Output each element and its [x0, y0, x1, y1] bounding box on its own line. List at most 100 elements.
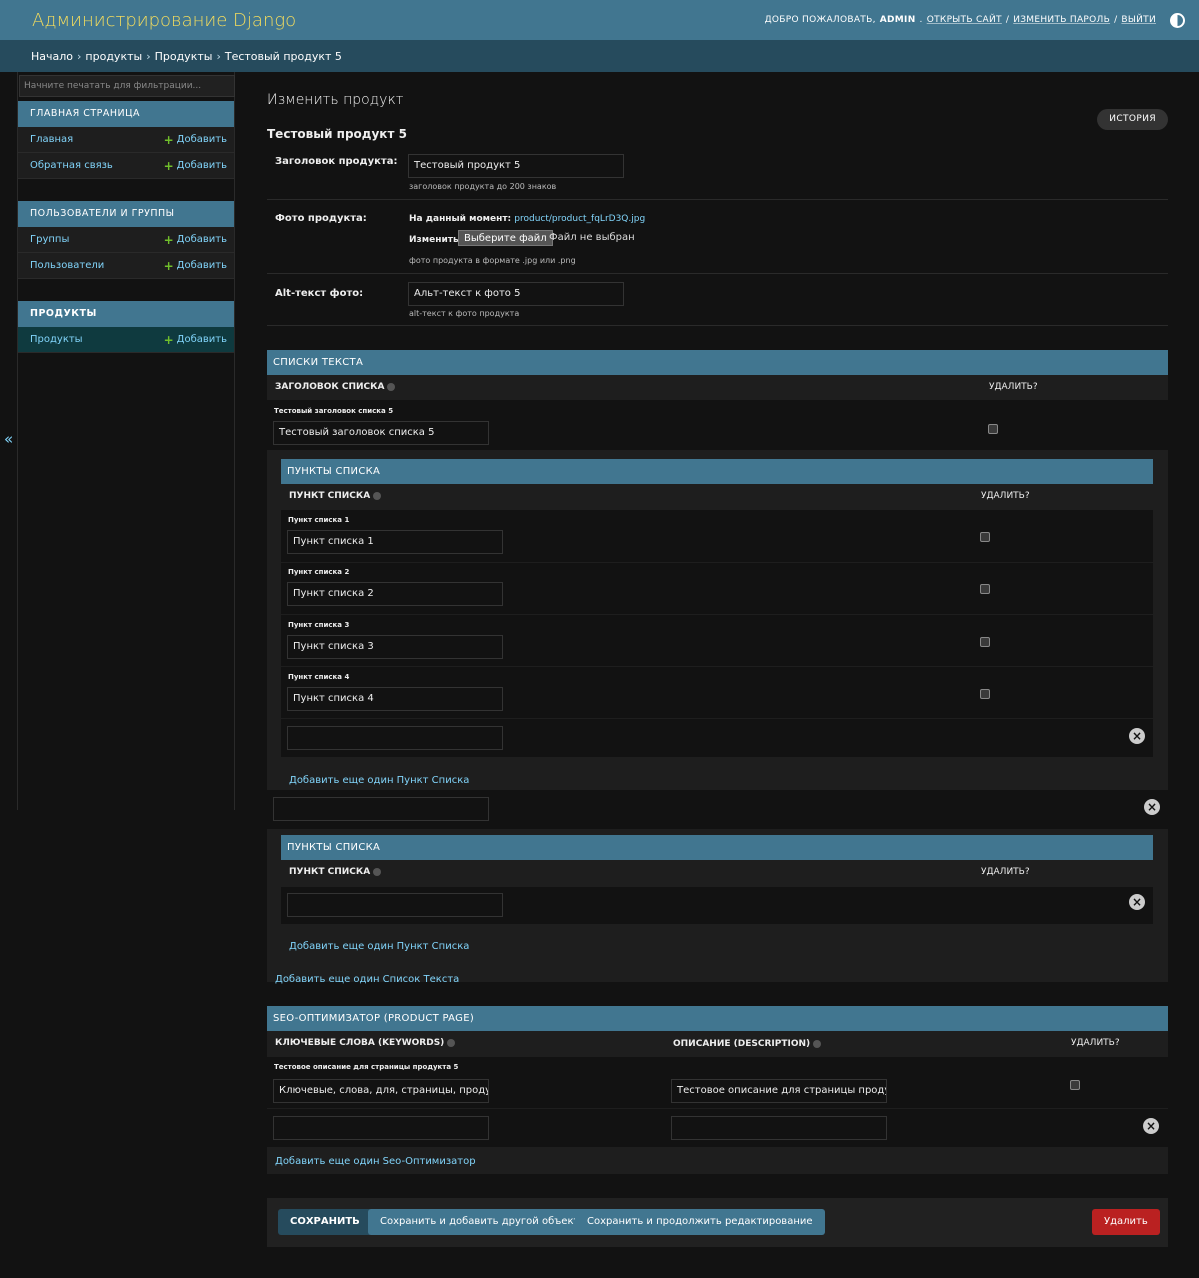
sidebar-item-feedback[interactable]: Обратная связь + Добавить: [18, 153, 234, 179]
inline-list-items-empty: Пункты списка Пункт списка Удалить? ×: [281, 835, 1153, 935]
col-label: Заголовок списка: [275, 382, 385, 392]
inline-seo: SEO-оптимизатор (PRODUCT PAGE) Ключевые …: [267, 1006, 1168, 1174]
view-site-link[interactable]: Открыть сайт: [927, 15, 1002, 25]
nav-sidebar: Начните печатать для фильтрации... Главн…: [17, 72, 235, 810]
delete-row-icon[interactable]: ×: [1129, 894, 1145, 910]
row-original: Пункт списка 4: [288, 673, 350, 681]
table-row-empty: ×: [281, 719, 1153, 757]
user-tools: Добро пожаловать, ADMIN. Открыть сайт / …: [764, 12, 1185, 28]
add-text-list-link[interactable]: Добавить еще один Список Текста: [275, 974, 459, 985]
breadcrumb-model[interactable]: Продукты: [155, 50, 213, 63]
breadcrumb-app[interactable]: продукты: [85, 50, 142, 63]
logout-link[interactable]: Выйти: [1121, 15, 1156, 25]
history-button[interactable]: История: [1097, 109, 1168, 130]
col-delete: Удалить?: [981, 867, 1030, 877]
module-users-groups: Пользователи и группы Группы + Добавить П…: [18, 201, 234, 279]
save-button[interactable]: Сохранить: [278, 1209, 372, 1235]
description-input-empty[interactable]: [671, 1116, 887, 1140]
list-item-input[interactable]: Пункт списка 4: [287, 687, 503, 711]
list-item-input-empty[interactable]: [287, 893, 503, 917]
keywords-input-empty[interactable]: [273, 1116, 489, 1140]
change-password-link[interactable]: Изменить пароль: [1013, 15, 1110, 25]
choose-file-button[interactable]: Выберите файл: [458, 230, 553, 246]
delete-checkbox[interactable]: [980, 637, 990, 647]
field-label: Заголовок продукта:: [275, 156, 398, 167]
theme-toggle-icon[interactable]: [1170, 12, 1185, 28]
sidebar-item-groups[interactable]: Группы + Добавить: [18, 227, 234, 253]
add-link[interactable]: + Добавить: [164, 259, 227, 273]
welcome-text: Добро пожаловать,: [764, 15, 876, 25]
plus-icon: +: [163, 258, 174, 273]
sidebar-item-label[interactable]: Продукты: [30, 334, 83, 345]
list-item-input-empty[interactable]: [287, 726, 503, 750]
add-list-item-link[interactable]: Добавить еще один Пункт Списка: [289, 775, 469, 786]
breadcrumb: Начало › продукты › Продукты › Тестовый …: [0, 40, 1199, 72]
table-row: Пункт списка 1 Пункт списка 1: [281, 510, 1153, 562]
sidebar-item-label[interactable]: Группы: [30, 234, 69, 245]
add-label: Добавить: [176, 234, 227, 245]
row-original: Пункт списка 1: [288, 516, 350, 524]
sidebar-item-users[interactable]: Пользователи + Добавить: [18, 253, 234, 279]
delete-row-icon[interactable]: ×: [1129, 728, 1145, 744]
module-caption[interactable]: Пользователи и группы: [18, 201, 234, 227]
col-list-item: Пункт списка: [289, 860, 382, 885]
add-list-item-link[interactable]: Добавить еще один Пункт Списка: [289, 941, 469, 952]
alt-text-input[interactable]: Альт-текст к фото 5: [408, 282, 624, 306]
module-caption[interactable]: Главная страница: [18, 101, 234, 127]
col-delete: Удалить?: [1071, 1038, 1120, 1048]
add-link[interactable]: + Добавить: [164, 333, 227, 347]
table-row: Тестовое описание для страницы продукта …: [267, 1057, 1168, 1108]
table-row: Пункт списка 4 Пункт списка 4: [281, 667, 1153, 718]
delete-button[interactable]: Удалить: [1092, 1209, 1160, 1235]
list-item-input[interactable]: Пункт списка 3: [287, 635, 503, 659]
separator: .: [919, 15, 923, 25]
list-item-input[interactable]: Пункт списка 2: [287, 582, 503, 606]
delete-row-icon[interactable]: ×: [1144, 799, 1160, 815]
form-row-photo: Фото продукта: На данный момент: product…: [267, 200, 1168, 274]
sidebar-item-label[interactable]: Обратная связь: [30, 160, 113, 171]
nav-filter-input[interactable]: Начните печатать для фильтрации...: [19, 75, 235, 97]
table-row-empty: ×: [267, 1109, 1168, 1147]
list-title-input[interactable]: Тестовый заголовок списка 5: [273, 421, 489, 445]
current-file-link[interactable]: product/product_fqLrD3Q.jpg: [514, 214, 645, 224]
module-caption[interactable]: Продукты: [18, 301, 234, 327]
save-continue-button[interactable]: Сохранить и продолжить редактирование: [575, 1209, 825, 1235]
title-input[interactable]: Тестовый продукт 5: [408, 154, 624, 178]
table-row-empty: ×: [281, 887, 1153, 924]
col-delete: Удалить?: [989, 382, 1038, 392]
help-icon: [373, 867, 382, 876]
keywords-input[interactable]: Ключевые, слова, для, страницы, продукта…: [273, 1079, 489, 1103]
site-branding[interactable]: Администрирование Django: [32, 10, 296, 31]
row-original: Пункт списка 2: [288, 568, 350, 576]
sidebar-item-label[interactable]: Пользователи: [30, 260, 104, 271]
delete-checkbox[interactable]: [1070, 1080, 1080, 1090]
sidebar-item-main[interactable]: Главная + Добавить: [18, 127, 234, 153]
save-add-another-button[interactable]: Сохранить и добавить другой объект: [368, 1209, 592, 1235]
add-link[interactable]: + Добавить: [164, 159, 227, 173]
delete-checkbox[interactable]: [988, 424, 998, 434]
module-products: Продукты Продукты + Добавить: [18, 301, 234, 353]
delete-row-icon[interactable]: ×: [1143, 1118, 1159, 1134]
help-text: заголовок продукта до 200 знаков: [409, 182, 557, 191]
delete-checkbox[interactable]: [980, 689, 990, 699]
col-list-item: Пункт списка: [289, 484, 382, 509]
delete-checkbox[interactable]: [980, 584, 990, 594]
inline-text-lists: Списки текста Заголовок списка Удалить? …: [267, 350, 1168, 985]
list-item-input[interactable]: Пункт списка 1: [287, 530, 503, 554]
sidebar-item-label[interactable]: Главная: [30, 134, 73, 145]
sidebar-item-products[interactable]: Продукты + Добавить: [18, 327, 234, 353]
description-input[interactable]: Тестовое описание для страницы продукта: [671, 1079, 887, 1103]
toggle-sidebar-button[interactable]: «: [4, 430, 13, 448]
add-link[interactable]: + Добавить: [164, 133, 227, 147]
breadcrumb-current: Тестовый продукт 5: [224, 49, 342, 63]
add-seo-link[interactable]: Добавить еще один Seo-Оптимизатор: [275, 1156, 476, 1167]
delete-checkbox[interactable]: [980, 532, 990, 542]
add-label: Добавить: [176, 334, 227, 345]
username: ADMIN: [879, 15, 916, 25]
form-row-title: Заголовок продукта: Тестовый продукт 5 з…: [267, 146, 1168, 200]
table-row: Пункт списка 3 Пункт списка 3: [281, 615, 1153, 666]
col-label: Пункт списка: [289, 867, 371, 877]
add-link[interactable]: + Добавить: [164, 233, 227, 247]
breadcrumb-home[interactable]: Начало: [31, 50, 73, 63]
list-title-input-empty[interactable]: [273, 797, 489, 821]
